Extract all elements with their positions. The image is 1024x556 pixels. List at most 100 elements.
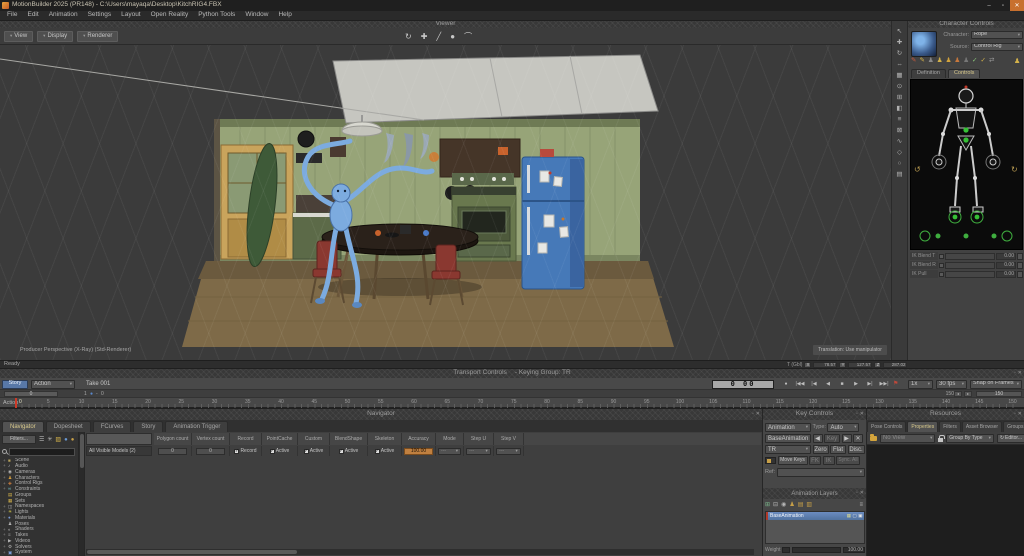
tab-pose-controls[interactable]: Pose Controls [867, 421, 906, 432]
view-select[interactable]: No View▾ [880, 434, 935, 443]
stop-button[interactable]: ■ [835, 382, 849, 387]
close-icon[interactable]: ✕ [860, 491, 864, 496]
next-key-button[interactable]: ▶ [842, 434, 852, 443]
delete-icon[interactable]: ⊠ [897, 128, 902, 135]
menu-animation[interactable]: Animation [44, 12, 83, 19]
minimize-button[interactable]: – [982, 0, 996, 11]
character-layer-icon[interactable]: ♟ [789, 502, 794, 508]
translate-icon[interactable]: ✚ [897, 40, 902, 47]
group-by-select[interactable]: Group By Type▾ [946, 434, 994, 443]
ik-row-slider[interactable] [945, 253, 995, 260]
lock-icon[interactable] [938, 438, 943, 442]
cell-checkbox[interactable]: ✓ [339, 449, 344, 454]
dock-icon[interactable]: ▫ [856, 491, 858, 496]
key-type-select[interactable]: Auto▾ [827, 423, 859, 432]
fk-button[interactable]: FK [809, 456, 821, 465]
animation-layer-item[interactable]: BaseAnimation ▦▢▣ [766, 512, 864, 520]
folder-icon[interactable] [870, 436, 877, 441]
grid-icon[interactable]: ▦ [896, 73, 902, 80]
light-icon[interactable]: ● [450, 33, 455, 41]
blue-sphere-icon[interactable]: ● [64, 437, 68, 443]
fingers-yellow-icon[interactable]: ✓ [981, 58, 986, 65]
range-end-field[interactable]: 150 [976, 391, 1022, 397]
character-select[interactable]: Rope▾ [971, 31, 1023, 39]
cell-select[interactable]: ---▾ [496, 448, 521, 455]
cell-checkbox[interactable]: ✓ [375, 449, 380, 454]
layer-menu-icon[interactable]: ≡ [859, 502, 863, 508]
discontinuity-button[interactable]: Disc. [848, 445, 865, 454]
playhead-marker[interactable] [15, 398, 17, 408]
ik-row-button[interactable] [1017, 262, 1023, 269]
animation-mode-select[interactable]: Animation▾ [765, 423, 811, 432]
column-header-skeleton[interactable]: Skeleton [368, 433, 402, 445]
menu-settings[interactable]: Settings [83, 12, 117, 19]
column-header-pointcache[interactable]: PointCache [262, 433, 298, 445]
select-icon[interactable]: ↖ [897, 29, 902, 36]
close-icon[interactable]: ✕ [756, 412, 760, 417]
column-header-accuracy[interactable]: Accuracy [402, 433, 436, 445]
fingers-green-icon[interactable]: ✓ [972, 58, 977, 65]
ik-row-checkbox[interactable] [939, 263, 944, 268]
viewport-3d[interactable]: Producer Perspective (X-Ray) (Std-Render… [0, 45, 891, 360]
ik-row-button[interactable] [1017, 271, 1023, 278]
animation-layers-list[interactable]: BaseAnimation ▦▢▣ [765, 511, 865, 544]
previous-key-button[interactable]: ◀ [813, 434, 823, 443]
tab-properties[interactable]: Properties [907, 421, 938, 432]
dock-icon[interactable]: ▫ [1014, 412, 1016, 417]
story-toggle[interactable]: Story [2, 380, 28, 389]
list-icon[interactable]: ≡ [898, 117, 902, 124]
range-start-field[interactable]: 0 [4, 391, 58, 397]
folder-icon[interactable]: ▨ [55, 437, 61, 443]
close-button[interactable]: ✕ [1010, 0, 1024, 11]
record-button[interactable]: ● [779, 382, 793, 387]
character-select-icon[interactable]: ♟ [1014, 58, 1020, 65]
remove-layer-icon[interactable]: ⊟ [773, 502, 778, 508]
weight-slider[interactable] [792, 547, 841, 553]
move-keys-button[interactable]: Move Keys [778, 456, 808, 465]
set-key-button[interactable]: Key [824, 434, 840, 443]
editor-button[interactable]: ↻Editor... [997, 434, 1024, 443]
tree-item-system[interactable]: +▣System [0, 550, 79, 556]
menu-layout[interactable]: Layout [116, 12, 146, 19]
add-layer-icon[interactable]: ⊞ [765, 502, 770, 508]
character-dim2-icon[interactable]: ♟ [963, 58, 969, 65]
menu-python-tools[interactable]: Python Tools [193, 12, 240, 19]
tab-definition[interactable]: Definition [911, 69, 946, 78]
menu-help[interactable]: Help [273, 12, 296, 19]
flat-button[interactable]: Flat [830, 445, 846, 454]
layer-solo-icon[interactable]: ▣ [858, 514, 862, 519]
maximize-button[interactable]: ▫ [996, 0, 1010, 11]
character-orange-icon[interactable]: ♟ [954, 58, 960, 65]
list-view-icon[interactable]: ☰ [39, 437, 44, 443]
pan-icon[interactable]: ✚ [421, 33, 428, 41]
column-header-mode[interactable]: Mode [436, 433, 464, 445]
keying-mode-toggle[interactable] [765, 457, 776, 464]
take-label[interactable]: Take 001 [86, 381, 110, 387]
tab-navigator[interactable]: Navigator [2, 421, 44, 432]
menu-file[interactable]: File [2, 12, 22, 19]
range-left-arrow[interactable]: ◂ [954, 391, 962, 397]
play-button[interactable]: ▶ [849, 382, 863, 387]
snap-mode-select[interactable]: Snap on Frames▾ [970, 380, 1022, 389]
filters-button[interactable]: Filters... [2, 435, 36, 444]
dock-icon[interactable]: ▫ [752, 412, 754, 417]
tab-animation-trigger[interactable]: Animation Trigger [165, 421, 228, 432]
rotate-icon[interactable]: ↻ [897, 51, 902, 58]
ik-button[interactable]: IK [823, 456, 835, 465]
dock-icon[interactable]: ▫ [1014, 371, 1016, 376]
fps-select[interactable]: 30 fps▾ [936, 380, 967, 389]
cell-checkbox[interactable]: ✓ [234, 449, 239, 454]
character-thumbnail[interactable] [911, 31, 937, 57]
search-input[interactable] [9, 448, 75, 456]
cell-field[interactable]: 0 [196, 448, 226, 455]
tab-asset-browser[interactable]: Asset Browser [962, 421, 1002, 432]
column-header-blendshape[interactable]: BlendShape [330, 433, 368, 445]
loop-flag-icon[interactable]: ⚑ [893, 381, 898, 387]
properties-view[interactable] [867, 445, 1024, 556]
range-right-arrow[interactable]: ▸ [964, 391, 972, 397]
column-header-step-u[interactable]: Step U [464, 433, 494, 445]
orbit-icon[interactable]: ↻ [405, 33, 412, 41]
group-row[interactable]: All Visible Models (2) [86, 446, 152, 456]
column-header-vertex-count[interactable]: Vertex count [192, 433, 230, 445]
center-icon[interactable]: ⊙ [897, 84, 902, 91]
